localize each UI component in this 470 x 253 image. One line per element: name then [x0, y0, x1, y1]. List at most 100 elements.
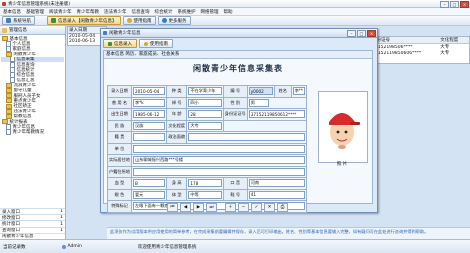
section-tabs[interactable]: 基本信息 简历、家庭成员、社会关系: [104, 51, 372, 59]
menu-item[interactable]: 青少年帮教: [77, 9, 100, 15]
photo-caption: 照 片: [336, 162, 348, 167]
maximize-button[interactable]: □: [450, 1, 459, 8]
status-user: Admin: [67, 244, 82, 249]
field-label: 籍 贯: [107, 131, 132, 144]
next-record-button[interactable]: ▶: [193, 203, 204, 212]
field-label: 文化程度: [166, 119, 188, 132]
app-icon: [2, 1, 6, 6]
folder-icon: [2, 27, 7, 33]
record-table[interactable]: 身份证号 文化程度 37152198506**** 大专 37152119850…: [370, 36, 470, 64]
name-field[interactable]: 李**: [292, 87, 305, 96]
eye-color-field[interactable]: 爱元: [132, 190, 166, 199]
delete-record-button[interactable]: −: [238, 203, 249, 212]
tab-more-services[interactable]: 更多服务: [157, 16, 191, 25]
age-field[interactable]: 28: [188, 110, 222, 119]
help-icon: [126, 18, 132, 23]
maximize-button[interactable]: □: [357, 30, 366, 37]
residence-field[interactable]: 山东聊城振兴西路***号楼: [132, 156, 305, 165]
menu-item[interactable]: 系统维护: [178, 9, 196, 15]
entry-date-field[interactable]: 2010-05-04: [132, 87, 166, 96]
tab-user-guide[interactable]: 使用指南: [139, 39, 173, 48]
save-button[interactable]: ✓: [251, 203, 262, 212]
menu-item[interactable]: 综合统计: [155, 9, 173, 15]
category-select[interactable]: 不在学青少年: [188, 87, 222, 96]
app-title: 青少年信息管理系统(未注册版): [8, 1, 71, 7]
menu-item[interactable]: 网络管理: [201, 9, 219, 15]
menu-item[interactable]: 违法青少年: [104, 9, 127, 15]
field-label: 鞋 号: [222, 188, 248, 201]
menu-item[interactable]: 基础管理: [26, 9, 44, 15]
tab-user-guide[interactable]: 使用指南: [122, 16, 156, 25]
native-place-field[interactable]: [132, 133, 166, 142]
column-header: 文化程度: [440, 38, 459, 43]
field-label: 户籍住所地: [107, 165, 132, 178]
status-right: 欢迎使用青少年信息管理系统: [137, 244, 197, 250]
field-label: 民 族: [107, 119, 132, 132]
employer-field[interactable]: [132, 144, 305, 153]
user-icon: [61, 244, 66, 249]
field-label: 出生日期: [107, 108, 132, 121]
add-record-button[interactable]: ＋: [225, 203, 236, 212]
dialog-title: 闲散青少年信息: [109, 31, 141, 36]
info-note: 此项仅作为试用版本供应用使用的简单参考，在完成采集前要编辑并保存，录入后可打印输…: [107, 227, 470, 239]
field-label: 体 型: [166, 188, 188, 201]
field-label: 实际居住地: [107, 154, 132, 167]
table-row[interactable]: 37152119850606**** 大专: [371, 50, 469, 57]
title-bar: 青少年信息管理系统(未注册版) – □ ×: [0, 0, 470, 8]
hukou-field[interactable]: [132, 167, 305, 176]
tree-view[interactable]: 基本信息 个人信息 家庭信息 闲散青少年 信息采集 信息查询 信息统计 综合信息 信息汇总 流浪青…: [0, 35, 65, 136]
menu-item[interactable]: 信息查询: [132, 9, 150, 15]
minimize-button[interactable]: –: [347, 30, 356, 37]
menu-item[interactable]: 基本信息: [3, 9, 21, 15]
tab-info-entry[interactable]: 信息录入: [103, 39, 137, 48]
form-icon: [108, 41, 112, 46]
globe-icon: [161, 18, 167, 23]
table-header: 身份证号 文化程度: [371, 37, 469, 44]
menu-item[interactable]: 帮助: [224, 9, 233, 15]
system-nav-button[interactable]: 系统导航: [2, 16, 35, 25]
birth-date-field[interactable]: 1985-06-12: [132, 110, 166, 119]
close-button[interactable]: ×: [460, 1, 469, 8]
ethnic-field[interactable]: 汉族: [132, 121, 166, 130]
toolbar: 系统导航 信息录入【闲散青少年信息】 使用指南 更多服务: [0, 16, 470, 26]
last-record-button[interactable]: ⏭: [206, 203, 217, 212]
used-name-field[interactable]: 李*k: [132, 98, 166, 107]
avatar-icon: [329, 113, 360, 149]
political-status-field[interactable]: [188, 133, 305, 142]
sidebar-header: 管理信息: [0, 26, 65, 35]
folder-icon: [6, 98, 12, 104]
photo-box[interactable]: [318, 91, 368, 163]
tree-item[interactable]: 青少年帮教情况: [1, 129, 64, 135]
accent-field[interactable]: 河南: [248, 179, 305, 188]
field-label: 身份证证号: [222, 108, 248, 121]
body-type-field[interactable]: 中等: [188, 190, 222, 199]
menu-item[interactable]: 阅读青少年: [49, 9, 72, 15]
home-icon: [6, 18, 11, 23]
shoe-size-field[interactable]: 41: [248, 190, 305, 199]
field-label: 年 龄: [166, 108, 188, 121]
minimize-button[interactable]: –: [440, 1, 449, 8]
field-label: 编 号: [222, 85, 248, 98]
field-label: 血 型: [107, 177, 132, 190]
education-field[interactable]: 大专: [188, 121, 222, 130]
first-record-button[interactable]: ⏮: [167, 203, 178, 212]
column-header: 身份证号: [372, 38, 390, 43]
gender-field[interactable]: 男: [248, 98, 269, 107]
prev-record-button[interactable]: ◀: [180, 203, 191, 212]
number-field[interactable]: y0002: [248, 87, 273, 96]
blood-type-field[interactable]: B: [132, 179, 166, 188]
id-number-field[interactable]: 37152119850612****: [248, 110, 305, 119]
cancel-button[interactable]: ✕: [264, 203, 275, 212]
field-label: 种 类: [166, 85, 188, 98]
close-button[interactable]: ×: [367, 30, 376, 37]
document-icon: [6, 46, 11, 52]
dialog-icon: [103, 31, 107, 35]
status-bar: 当前记录数 Admin 欢迎使用青少年信息管理系统: [0, 239, 470, 253]
height-field[interactable]: 178: [188, 179, 222, 188]
help-icon: [144, 41, 148, 46]
tab-info-entry[interactable]: 信息录入【闲散青少年信息】: [47, 16, 121, 25]
field-label: 曾 用 名: [107, 96, 132, 109]
print-button[interactable]: ⎙: [277, 203, 288, 212]
nickname-field[interactable]: 四小: [188, 98, 222, 107]
form-title: 闲散青少年信息采集表: [193, 64, 283, 73]
